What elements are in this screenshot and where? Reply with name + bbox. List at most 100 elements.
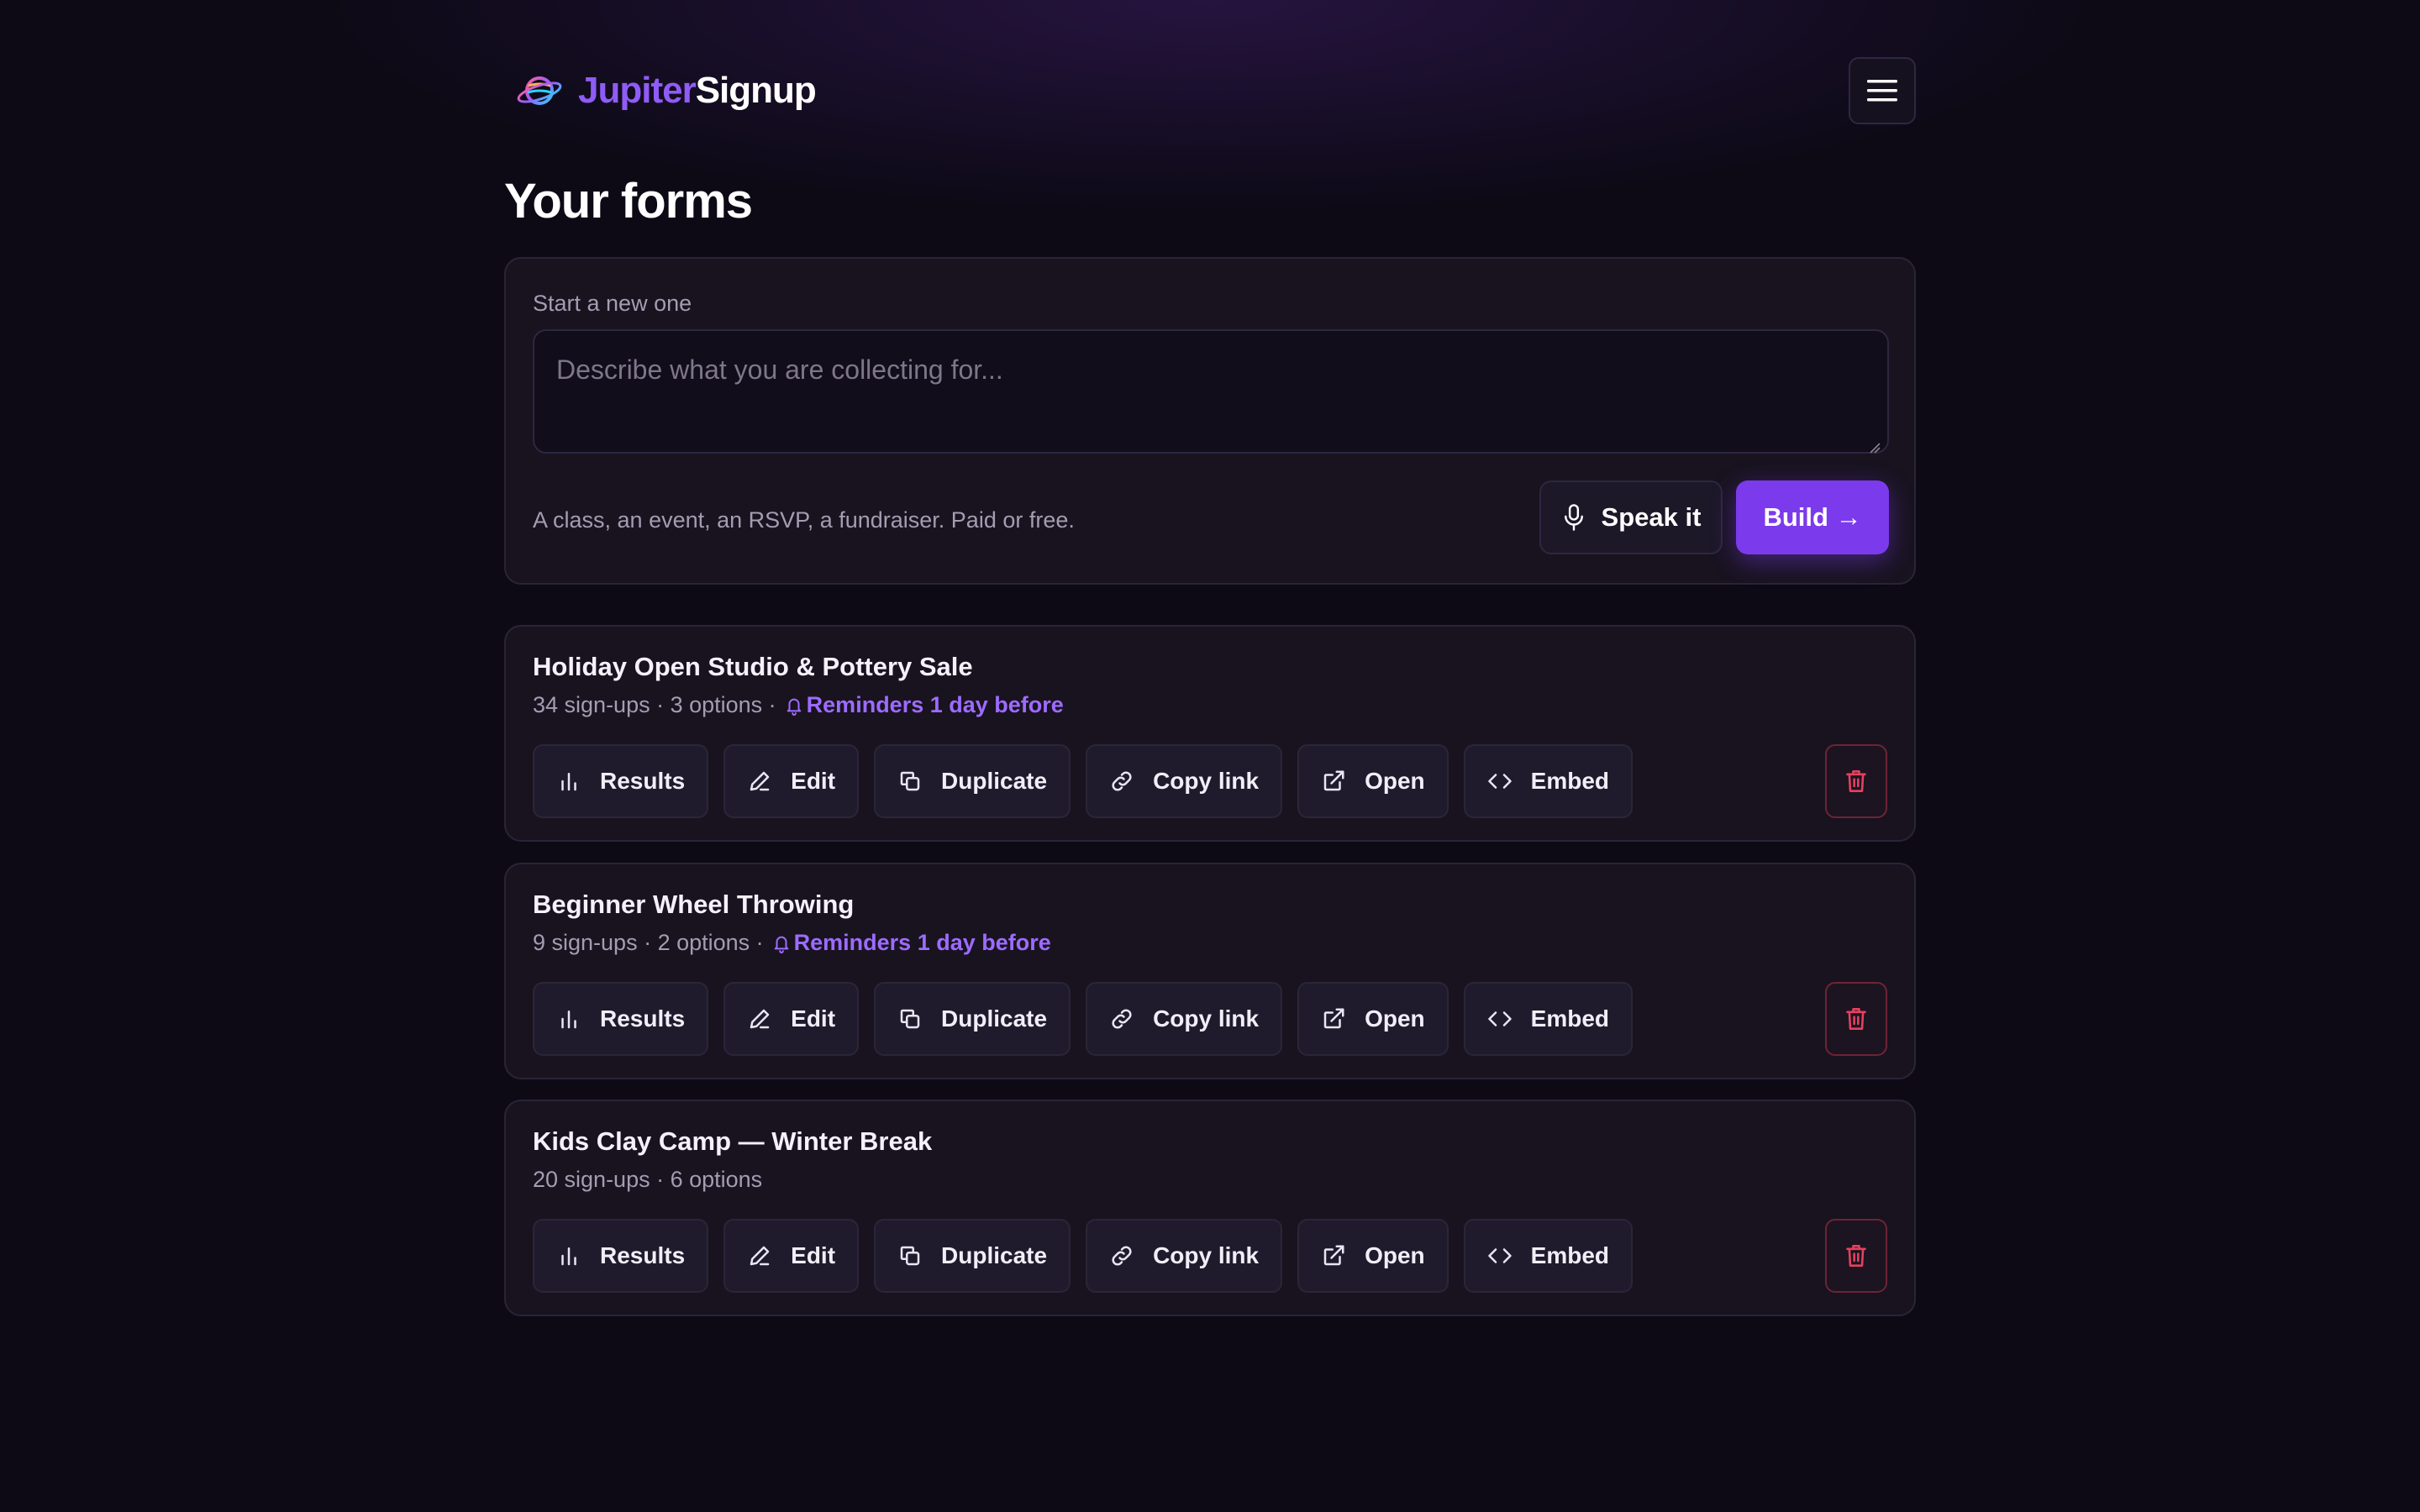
duplicate-label: Duplicate bbox=[941, 1242, 1048, 1268]
embed-button[interactable]: Embed bbox=[1463, 1219, 1634, 1293]
reminder-text: Reminders 1 day before bbox=[806, 692, 1064, 717]
code-icon bbox=[1487, 774, 1512, 789]
pencil-icon bbox=[750, 771, 770, 791]
results-button[interactable]: Results bbox=[533, 1219, 709, 1293]
speak-it-label: Speak it bbox=[1601, 502, 1702, 532]
form-title[interactable]: Kids Clay Camp — Winter Break bbox=[533, 1126, 932, 1157]
form-meta-text: 20 sign-ups · 6 options bbox=[533, 1167, 763, 1192]
resize-handle-icon[interactable] bbox=[1869, 442, 1881, 454]
copy-link-label: Copy link bbox=[1153, 1005, 1260, 1032]
edit-label: Edit bbox=[791, 1242, 836, 1268]
pencil-icon bbox=[750, 1009, 770, 1029]
new-form-label: Start a new one bbox=[533, 291, 692, 316]
form-card: Holiday Open Studio & Pottery Sale 34 si… bbox=[504, 625, 1916, 842]
form-card: Beginner Wheel Throwing 9 sign-ups · 2 o… bbox=[504, 863, 1916, 1079]
copy-link-button[interactable]: Copy link bbox=[1086, 1219, 1283, 1293]
bell-icon bbox=[774, 936, 788, 953]
form-actions: Results Edit Duplicate Copy link Open Em… bbox=[533, 1219, 1634, 1293]
form-meta: 9 sign-ups · 2 options · Reminders 1 day… bbox=[533, 930, 1051, 956]
form-meta-text: 34 sign-ups · 3 options · bbox=[533, 692, 776, 717]
reminder-badge: Reminders 1 day before bbox=[772, 930, 1051, 956]
form-meta: 20 sign-ups · 6 options bbox=[533, 1167, 762, 1193]
pencil-icon bbox=[750, 1246, 770, 1266]
form-actions: Results Edit Duplicate Copy link Open Em… bbox=[533, 982, 1634, 1056]
form-description-input[interactable] bbox=[533, 329, 1889, 454]
delete-button[interactable] bbox=[1825, 744, 1887, 818]
form-title[interactable]: Holiday Open Studio & Pottery Sale bbox=[533, 652, 973, 682]
new-form-hint: A class, an event, an RSVP, a fundraiser… bbox=[533, 507, 1075, 533]
embed-button[interactable]: Embed bbox=[1463, 982, 1634, 1056]
external-link-icon bbox=[1323, 1008, 1344, 1029]
duplicate-button[interactable]: Duplicate bbox=[874, 1219, 1071, 1293]
edit-button[interactable]: Edit bbox=[723, 982, 860, 1056]
page-title: Your forms bbox=[504, 174, 753, 228]
code-icon bbox=[1487, 1248, 1512, 1263]
brand-name-part2: Signup bbox=[695, 70, 817, 111]
reminder-text: Reminders 1 day before bbox=[793, 930, 1051, 955]
copy-icon bbox=[900, 1009, 920, 1029]
hamburger-menu-icon bbox=[1867, 80, 1897, 102]
results-button[interactable]: Results bbox=[533, 982, 709, 1056]
duplicate-button[interactable]: Duplicate bbox=[874, 982, 1071, 1056]
code-icon bbox=[1487, 1011, 1512, 1026]
trash-icon bbox=[1846, 1245, 1866, 1267]
reminder-badge: Reminders 1 day before bbox=[785, 692, 1064, 718]
embed-button[interactable]: Embed bbox=[1463, 744, 1634, 818]
bar-chart-icon bbox=[561, 773, 576, 791]
copy-icon bbox=[900, 771, 920, 791]
delete-button[interactable] bbox=[1825, 1219, 1887, 1293]
form-meta: 34 sign-ups · 3 options · Reminders 1 da… bbox=[533, 692, 1064, 718]
edit-button[interactable]: Edit bbox=[723, 1219, 860, 1293]
form-meta-text: 9 sign-ups · 2 options · bbox=[533, 930, 764, 955]
open-button[interactable]: Open bbox=[1297, 1219, 1449, 1293]
build-button[interactable]: Build → bbox=[1736, 480, 1889, 554]
results-label: Results bbox=[600, 1005, 686, 1032]
copy-link-button[interactable]: Copy link bbox=[1086, 982, 1283, 1056]
copy-icon bbox=[900, 1246, 920, 1266]
trash-icon bbox=[1846, 1008, 1866, 1030]
duplicate-button[interactable]: Duplicate bbox=[874, 744, 1071, 818]
results-button[interactable]: Results bbox=[533, 744, 709, 818]
top-bar: JupiterSignup Your forms bbox=[504, 0, 1916, 228]
link-icon bbox=[1112, 1246, 1132, 1266]
open-label: Open bbox=[1365, 1242, 1425, 1268]
microphone-icon bbox=[1564, 504, 1583, 531]
duplicate-label: Duplicate bbox=[941, 768, 1048, 794]
new-form-card: Start a new one A class, an event, an RS… bbox=[504, 257, 1916, 585]
results-label: Results bbox=[600, 768, 686, 794]
page: JupiterSignup Your forms Start a new one… bbox=[504, 0, 1916, 1316]
delete-button[interactable] bbox=[1825, 982, 1887, 1056]
link-icon bbox=[1112, 771, 1132, 791]
open-label: Open bbox=[1365, 768, 1425, 794]
duplicate-label: Duplicate bbox=[941, 1005, 1048, 1032]
external-link-icon bbox=[1323, 1245, 1344, 1266]
copy-link-label: Copy link bbox=[1153, 768, 1260, 794]
embed-label: Embed bbox=[1530, 1242, 1610, 1268]
edit-label: Edit bbox=[791, 768, 836, 794]
embed-label: Embed bbox=[1530, 1005, 1610, 1032]
brand-name-part1: Jupiter bbox=[578, 70, 697, 111]
trash-icon bbox=[1846, 770, 1866, 792]
speak-it-button[interactable]: Speak it bbox=[1539, 480, 1723, 554]
open-label: Open bbox=[1365, 1005, 1425, 1032]
brand[interactable]: JupiterSignup bbox=[516, 67, 817, 114]
copy-link-label: Copy link bbox=[1153, 1242, 1260, 1268]
bar-chart-icon bbox=[561, 1247, 576, 1266]
planet-icon bbox=[517, 76, 562, 105]
copy-link-button[interactable]: Copy link bbox=[1086, 744, 1283, 818]
link-icon bbox=[1112, 1009, 1132, 1029]
embed-label: Embed bbox=[1530, 768, 1610, 794]
bell-icon bbox=[786, 698, 802, 716]
open-button[interactable]: Open bbox=[1297, 982, 1449, 1056]
results-label: Results bbox=[600, 1242, 686, 1268]
edit-button[interactable]: Edit bbox=[723, 744, 860, 818]
menu-button[interactable] bbox=[1849, 57, 1916, 124]
form-title[interactable]: Beginner Wheel Throwing bbox=[533, 890, 854, 920]
brand-name: JupiterSignup bbox=[578, 70, 817, 112]
bar-chart-icon bbox=[561, 1011, 576, 1029]
edit-label: Edit bbox=[791, 1005, 836, 1032]
open-button[interactable]: Open bbox=[1297, 744, 1449, 818]
form-card: Kids Clay Camp — Winter Break 20 sign-up… bbox=[504, 1100, 1916, 1316]
external-link-icon bbox=[1323, 770, 1344, 791]
form-actions: Results Edit Duplicate Copy link Open Em… bbox=[533, 744, 1634, 818]
